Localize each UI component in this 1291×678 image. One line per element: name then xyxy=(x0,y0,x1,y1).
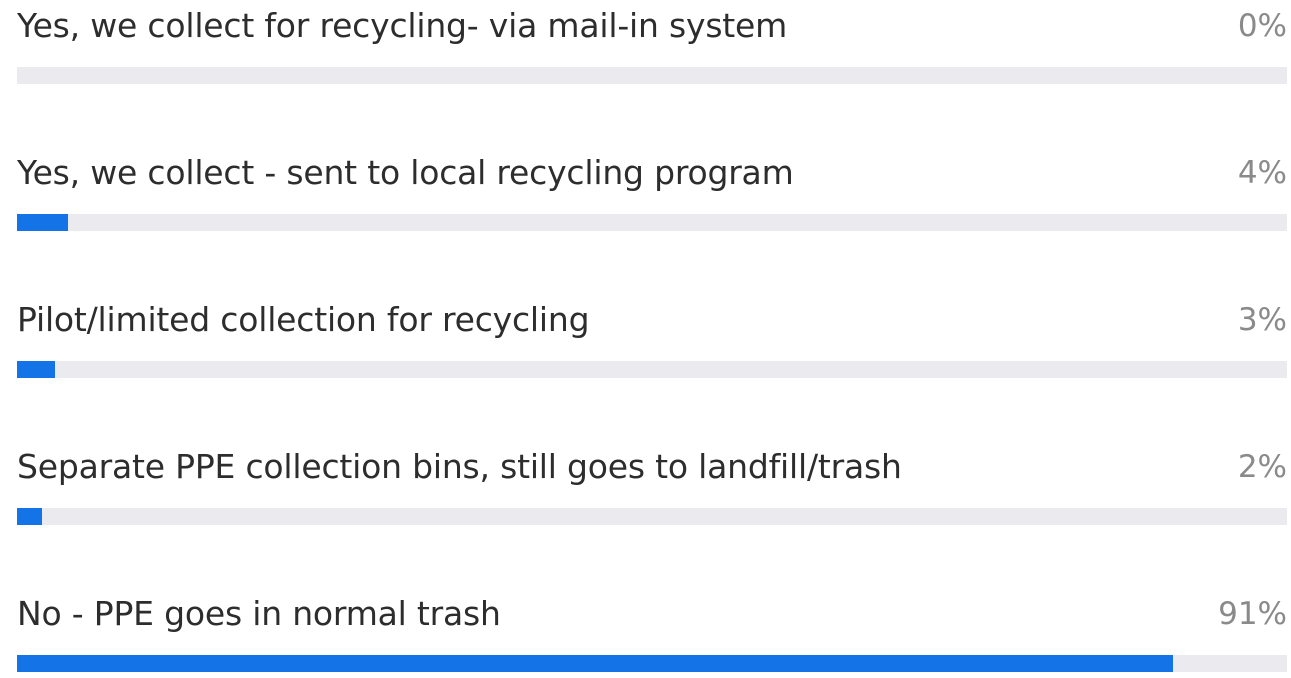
bar-fill xyxy=(17,655,1173,672)
option-label: No - PPE goes in normal trash xyxy=(17,594,501,633)
bar-fill xyxy=(17,361,56,378)
bar-fill xyxy=(17,214,68,231)
option-label: Yes, we collect - sent to local recyclin… xyxy=(17,153,794,192)
option-label: Separate PPE collection bins, still goes… xyxy=(17,447,902,486)
bar-track xyxy=(17,508,1287,525)
option-percent: 2% xyxy=(1237,449,1287,485)
option-percent: 0% xyxy=(1237,8,1287,44)
poll-option: Yes, we collect - sent to local recyclin… xyxy=(17,147,1287,237)
bar-fill xyxy=(17,508,43,525)
bar-track xyxy=(17,361,1287,378)
bar-track xyxy=(17,67,1287,84)
poll-option: Pilot/limited collection for recycling 3… xyxy=(17,294,1287,384)
option-percent: 4% xyxy=(1237,155,1287,191)
poll-option: Separate PPE collection bins, still goes… xyxy=(17,441,1287,531)
option-percent: 3% xyxy=(1237,302,1287,338)
option-percent: 91% xyxy=(1218,596,1287,632)
option-label: Pilot/limited collection for recycling xyxy=(17,300,590,339)
poll-option: No - PPE goes in normal trash 91% xyxy=(17,588,1287,678)
bar-track xyxy=(17,214,1287,231)
option-label: Yes, we collect for recycling- via mail-… xyxy=(17,6,788,45)
poll-option: Yes, we collect for recycling- via mail-… xyxy=(17,0,1287,90)
bar-track xyxy=(17,655,1287,672)
